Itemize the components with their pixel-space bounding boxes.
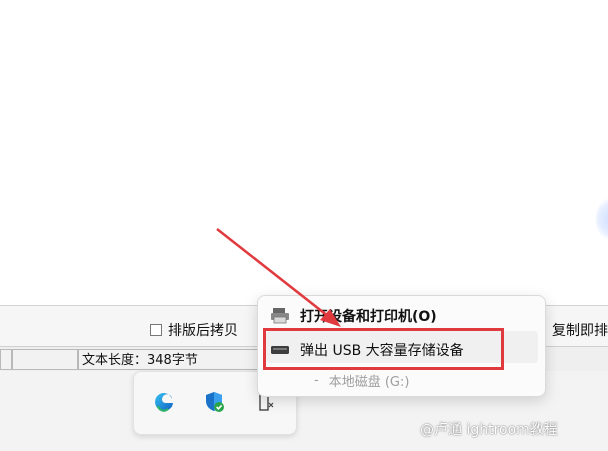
watermark: @卢通 ightroom教程	[420, 422, 558, 438]
annotation-arrow	[216, 228, 341, 327]
